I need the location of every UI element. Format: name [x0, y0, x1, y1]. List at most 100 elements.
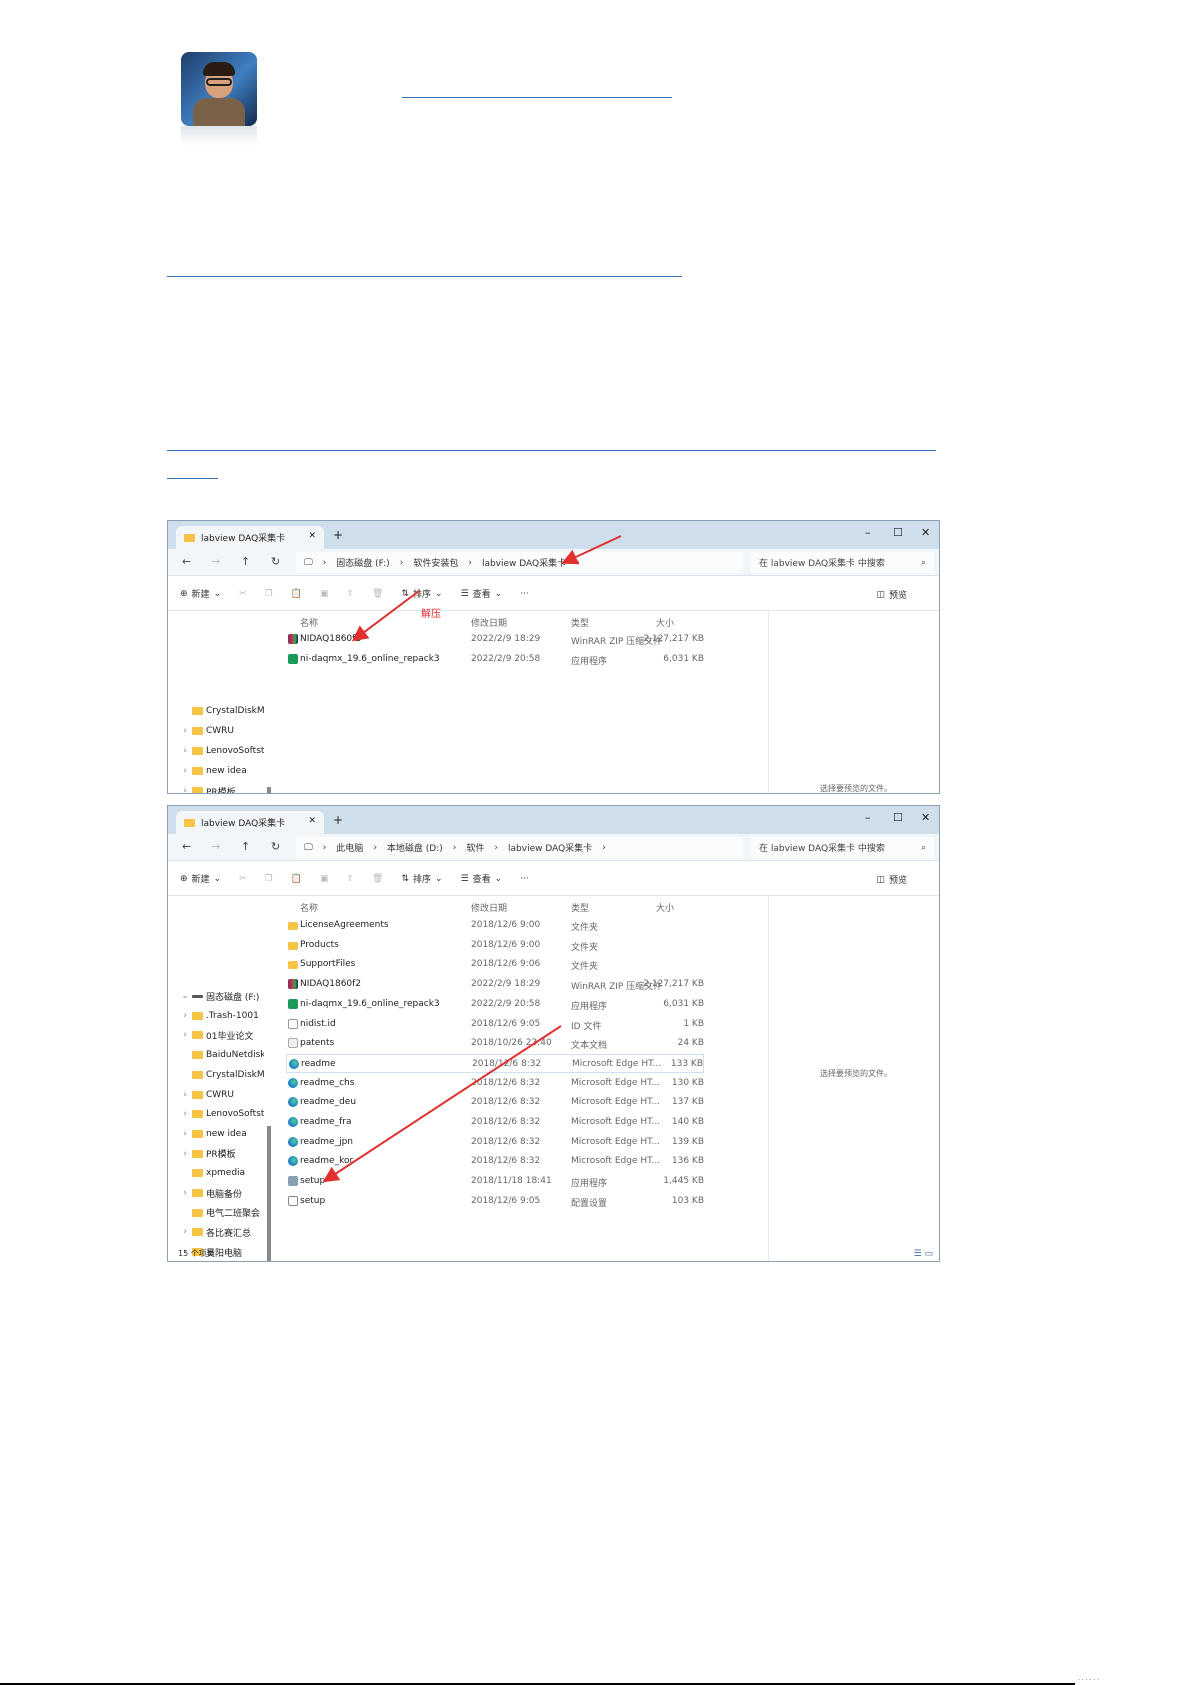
maximize-button[interactable]: ☐ — [893, 811, 903, 824]
column-header[interactable]: 名称 — [300, 901, 318, 914]
sidebar-item[interactable]: › 电脑备份 — [168, 1184, 264, 1202]
breadcrumb-item[interactable]: 固态磁盘 (F:) — [336, 556, 389, 569]
cut-icon[interactable]: ✂ — [239, 589, 247, 599]
breadcrumb-item[interactable]: 软件 — [466, 841, 484, 854]
chevron-right-icon[interactable]: › — [178, 1129, 192, 1139]
close-window-button[interactable]: ✕ — [921, 526, 930, 539]
sort-button[interactable]: ⇅ 排序 ⌄ — [401, 587, 442, 601]
column-header[interactable]: 类型 — [571, 901, 589, 914]
chevron-right-icon[interactable]: › — [178, 726, 192, 736]
share-icon[interactable]: ⇪ — [346, 874, 354, 884]
sort-button[interactable]: ⇅ 排序 ⌄ — [401, 872, 442, 886]
column-header[interactable]: 类型 — [571, 616, 589, 629]
file-row[interactable]: setup 2018/11/18 18:41 应用程序 1,445 KB — [286, 1172, 704, 1191]
view-button[interactable]: ☰ 查看 ⌄ — [461, 587, 503, 601]
column-header[interactable]: 修改日期 — [471, 616, 507, 629]
file-row[interactable]: LicenseAgreements 2018/12/6 9:00 文件夹 — [286, 916, 704, 935]
preview-pane-divider[interactable] — [768, 896, 769, 1261]
preview-pane-divider[interactable] — [768, 611, 769, 793]
close-window-button[interactable]: ✕ — [921, 811, 930, 824]
file-row[interactable]: SupportFiles 2018/12/6 9:06 文件夹 — [286, 955, 704, 974]
file-row[interactable]: setup 2018/12/6 9:05 配置设置 103 KB — [286, 1192, 704, 1211]
column-header[interactable]: 修改日期 — [471, 901, 507, 914]
chevron-right-icon[interactable]: › — [178, 1227, 192, 1237]
breadcrumb-item[interactable]: 本地磁盘 (D:) — [387, 841, 443, 854]
preview-button[interactable]: ◫ 预览 — [876, 588, 907, 602]
chevron-right-icon[interactable]: › — [178, 1090, 192, 1100]
breadcrumb[interactable]: 🖵 › 此电脑 › 本地磁盘 (D:) › 软件 › labview DAQ采集卡 › — [296, 837, 743, 858]
file-row[interactable]: nidist.id 2018/12/6 9:05 ID 文件 1 KB — [286, 1015, 704, 1034]
cut-icon[interactable]: ✂ — [239, 874, 247, 884]
share-icon[interactable]: ⇪ — [346, 589, 354, 599]
file-row[interactable]: readme_fra 2018/12/6 8:32 Microsoft Edge H… — [286, 1113, 704, 1132]
chevron-right-icon[interactable]: › — [178, 1011, 192, 1021]
search-input[interactable]: 在 labview DAQ采集卡 中搜索 ⌕ — [751, 552, 934, 573]
sidebar-item[interactable]: › new idea — [168, 1125, 264, 1143]
file-row[interactable]: patents 2018/10/26 23:40 文本文档 24 KB — [286, 1034, 704, 1053]
chevron-right-icon[interactable]: › — [178, 766, 192, 776]
chevron-right-icon[interactable]: › — [178, 1109, 192, 1119]
breadcrumb-item[interactable]: labview DAQ采集卡 — [482, 556, 566, 569]
maximize-button[interactable]: ☐ — [893, 526, 903, 539]
copy-icon[interactable]: ❐ — [265, 874, 273, 884]
sidebar-item[interactable]: › 01毕业论文 — [168, 1026, 264, 1044]
file-row[interactable]: readme_jpn 2018/12/6 8:32 Microsoft Edge H… — [286, 1133, 704, 1152]
sidebar-item[interactable]: › PR模板 — [168, 1145, 264, 1163]
rename-icon[interactable]: ▣ — [320, 589, 329, 599]
new-tab-button[interactable]: + — [333, 528, 343, 542]
file-row[interactable]: NIDAQ1860f2 2022/2/9 18:29 WinRAR ZIP 压缩文件… — [286, 630, 704, 649]
delete-icon[interactable]: 🗑 — [372, 874, 383, 884]
refresh-icon[interactable]: ↻ — [271, 840, 280, 853]
new-button[interactable]: ⊕ 新建 ⌄ — [180, 872, 221, 886]
tab-current[interactable]: labview DAQ采集卡 ✕ — [176, 811, 324, 834]
close-tab-icon[interactable]: ✕ — [308, 531, 316, 541]
details-view-icon[interactable]: ☰ ▭ — [914, 1249, 933, 1259]
sidebar-item[interactable]: › CWRU — [168, 1086, 264, 1104]
file-row[interactable]: ni-daqmx_19.6_online_repack3 2022/2/9 20:… — [286, 650, 704, 669]
new-tab-button[interactable]: + — [333, 813, 343, 827]
file-row[interactable]: readme_kor 2018/12/6 8:32 Microsoft Edge H… — [286, 1152, 704, 1171]
breadcrumb[interactable]: 🖵 › 固态磁盘 (F:) › 软件安装包 › labview DAQ采集卡 › — [296, 552, 743, 573]
sidebar-item[interactable]: 电气二班聚会 — [168, 1204, 264, 1222]
file-row[interactable]: ni-daqmx_19.6_online_repack3 2022/2/9 20:… — [286, 995, 704, 1014]
sidebar-item[interactable]: xpmedia — [168, 1164, 264, 1182]
chevron-right-icon[interactable]: › — [178, 1149, 192, 1159]
chevron-down-icon[interactable]: ⌄ — [178, 991, 192, 1001]
chevron-right-icon[interactable]: › — [178, 746, 192, 756]
rename-icon[interactable]: ▣ — [320, 874, 329, 884]
column-header[interactable]: 大小 — [656, 901, 674, 914]
preview-button[interactable]: ◫ 预览 — [876, 873, 907, 887]
paste-icon[interactable]: 📋 — [291, 589, 302, 599]
forward-icon[interactable]: → — [211, 840, 220, 853]
refresh-icon[interactable]: ↻ — [271, 555, 280, 568]
back-icon[interactable]: ← — [182, 840, 191, 853]
search-input[interactable]: 在 labview DAQ采集卡 中搜索 ⌕ — [751, 837, 934, 858]
delete-icon[interactable]: 🗑 — [372, 589, 383, 599]
sidebar-item[interactable]: › new idea — [168, 762, 264, 780]
tab-current[interactable]: labview DAQ采集卡 ✕ — [176, 526, 324, 549]
new-button[interactable]: ⊕ 新建 ⌄ — [180, 587, 221, 601]
sidebar-item[interactable]: › PR模板 — [168, 782, 264, 793]
minimize-button[interactable]: – — [865, 526, 871, 539]
sidebar-item[interactable]: › LenovoSoftstore — [168, 1105, 264, 1123]
sidebar-item[interactable]: CrystalDiskMark — [168, 702, 264, 720]
sidebar-item[interactable]: ⌄ 固态磁盘 (F:) — [168, 987, 264, 1005]
file-row[interactable]: readme_deu 2018/12/6 8:32 Microsoft Edge H… — [286, 1093, 704, 1112]
scrollbar-thumb[interactable] — [267, 1126, 271, 1261]
close-tab-icon[interactable]: ✕ — [308, 816, 316, 826]
file-row[interactable]: Products 2018/12/6 9:00 文件夹 — [286, 936, 704, 955]
breadcrumb-item[interactable]: labview DAQ采集卡 — [508, 841, 592, 854]
chevron-right-icon[interactable]: › — [178, 1188, 192, 1198]
hyperlink-underline[interactable] — [402, 97, 672, 98]
back-icon[interactable]: ← — [182, 555, 191, 568]
sidebar-item[interactable]: › .Trash-1001 — [168, 1007, 264, 1025]
file-row[interactable]: readme 2018/12/6 8:32 Microsoft Edge HT...… — [286, 1053, 704, 1073]
sidebar-item[interactable]: › 各比赛汇总 — [168, 1223, 264, 1241]
hyperlink-underline[interactable] — [167, 478, 218, 479]
file-row[interactable]: NIDAQ1860f2 2022/2/9 18:29 WinRAR ZIP 压缩文件… — [286, 975, 704, 994]
sidebar-item[interactable]: › CWRU — [168, 722, 264, 740]
sidebar-item[interactable]: › LenovoSoftstore — [168, 742, 264, 760]
more-button[interactable]: ··· — [520, 589, 529, 599]
scrollbar-thumb[interactable] — [267, 787, 271, 793]
chevron-right-icon[interactable]: › — [178, 786, 192, 793]
